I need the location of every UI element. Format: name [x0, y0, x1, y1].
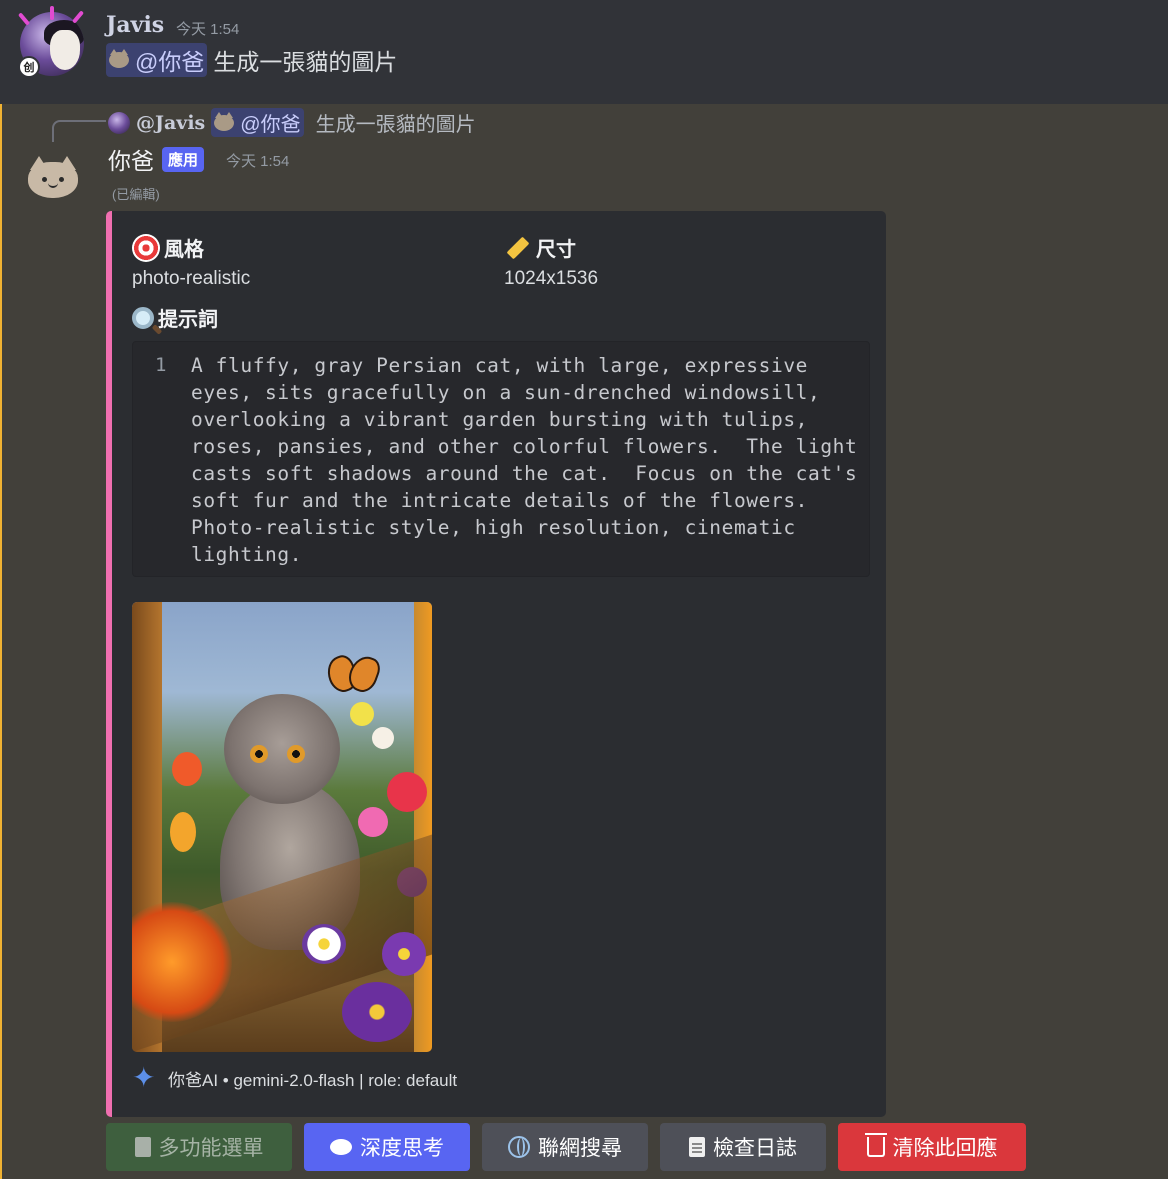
message-timestamp: 今天 1:54: [226, 153, 290, 170]
prompt-text: A fluffy, gray Persian cat, with large, …: [191, 354, 870, 566]
thought-bubble-icon: [330, 1139, 352, 1155]
view-log-button[interactable]: 檢查日誌: [660, 1123, 826, 1171]
message-author[interactable]: 你爸: [108, 142, 154, 176]
size-title-text: 尺寸: [536, 239, 576, 261]
style-field-title: 風格: [132, 233, 204, 262]
reply-connector: [52, 120, 106, 142]
trash-icon: [864, 1133, 887, 1157]
mention-label: @你爸: [240, 114, 301, 136]
app-badge: 應用: [162, 147, 205, 172]
reply-mention[interactable]: @你爸: [211, 108, 304, 137]
cat-eye: [42, 177, 47, 182]
user-mention[interactable]: @你爸: [106, 43, 208, 77]
reply-avatar: [108, 111, 130, 134]
magnifier-icon: [132, 306, 154, 329]
size-field-value: 1024x1536: [504, 268, 599, 289]
reply-text: 生成一張貓的圖片: [315, 114, 476, 136]
clipboard-icon: [134, 1137, 151, 1157]
rose: [387, 772, 427, 812]
tulip: [172, 752, 202, 786]
gemini-sparkle-icon: [132, 1061, 158, 1094]
tulip: [170, 812, 196, 852]
avatar-decoration-badge-icon: 创: [18, 56, 40, 78]
size-field-title: 尺寸: [504, 233, 576, 262]
reply-author[interactable]: @Javis: [136, 112, 205, 134]
message-timestamp: 今天 1:54: [176, 21, 240, 38]
flower: [372, 727, 394, 749]
decoration-spark-icon: [71, 10, 85, 24]
deep-think-button-label: 深度思考: [360, 1137, 444, 1160]
ruler-icon: [506, 236, 530, 259]
pansy: [382, 932, 426, 976]
target-icon: [132, 233, 160, 262]
web-search-button[interactable]: 聯網搜尋: [482, 1123, 648, 1171]
mention-label: @你爸: [135, 49, 205, 75]
flower: [358, 807, 388, 837]
pansy: [302, 924, 346, 964]
clear-response-button[interactable]: 清除此回應: [838, 1123, 1026, 1171]
document-icon: [689, 1137, 705, 1157]
butterfly: [328, 656, 378, 690]
cat-eye: [59, 177, 64, 182]
decoration-spark-icon: [50, 6, 54, 20]
user-message: 创 Javis 今天 1:54 @你爸 生成一張貓的圖片: [0, 0, 1168, 104]
cat-head: [28, 162, 78, 198]
bot-avatar[interactable]: [28, 156, 78, 198]
edited-label: (已編輯): [112, 187, 160, 202]
style-title-text: 風格: [164, 239, 204, 261]
decoration-spark-icon: [17, 12, 31, 26]
cat-avatar-icon: [109, 49, 129, 68]
bot-message: @Javis @你爸 生成一張貓的圖片 你爸 應用 今天 1:54 (已編輯) …: [0, 104, 1168, 1179]
code-line-number: 1: [155, 354, 167, 376]
prompt-field-title: 提示詞: [132, 303, 218, 332]
action-buttons: 多功能選單 深度思考 聯網搜尋 檢查日誌 清除此回應: [106, 1123, 1026, 1171]
avatar-face: [50, 30, 80, 70]
globe-icon: [508, 1136, 530, 1158]
embed-footer: 你爸AI • gemini-2.0-flash | role: default: [132, 1061, 458, 1094]
cat-eye: [287, 745, 305, 763]
menu-button-label: 多功能選單: [158, 1137, 264, 1160]
pansy: [342, 982, 412, 1042]
message-content: @你爸 生成一張貓的圖片: [106, 43, 397, 77]
message-author[interactable]: Javis: [106, 12, 164, 38]
embed-card: 風格 photo-realistic 尺寸 1024x1536 提示詞 1 A …: [106, 211, 886, 1117]
window-frame: [414, 602, 432, 1052]
web-search-button-label: 聯網搜尋: [538, 1137, 622, 1160]
style-field-value: photo-realistic: [132, 268, 251, 289]
prompt-code-block[interactable]: 1 A fluffy, gray Persian cat, with large…: [132, 341, 870, 577]
cat-face: [224, 694, 340, 804]
deep-think-button[interactable]: 深度思考: [304, 1123, 470, 1171]
footer-text: 你爸AI • gemini-2.0-flash | role: default: [168, 1070, 458, 1090]
view-log-button-label: 檢查日誌: [713, 1137, 797, 1160]
cat-avatar-icon: [214, 111, 235, 131]
menu-button[interactable]: 多功能選單: [106, 1123, 292, 1171]
generated-cat-image[interactable]: [132, 602, 432, 1052]
reply-preview[interactable]: @Javis @你爸 生成一張貓的圖片: [108, 108, 476, 137]
prompt-title-text: 提示詞: [158, 309, 218, 331]
cat-eye: [250, 745, 268, 763]
message-text: 生成一張貓的圖片: [213, 49, 398, 75]
flower: [350, 702, 374, 726]
clear-response-button-label: 清除此回應: [892, 1137, 998, 1160]
